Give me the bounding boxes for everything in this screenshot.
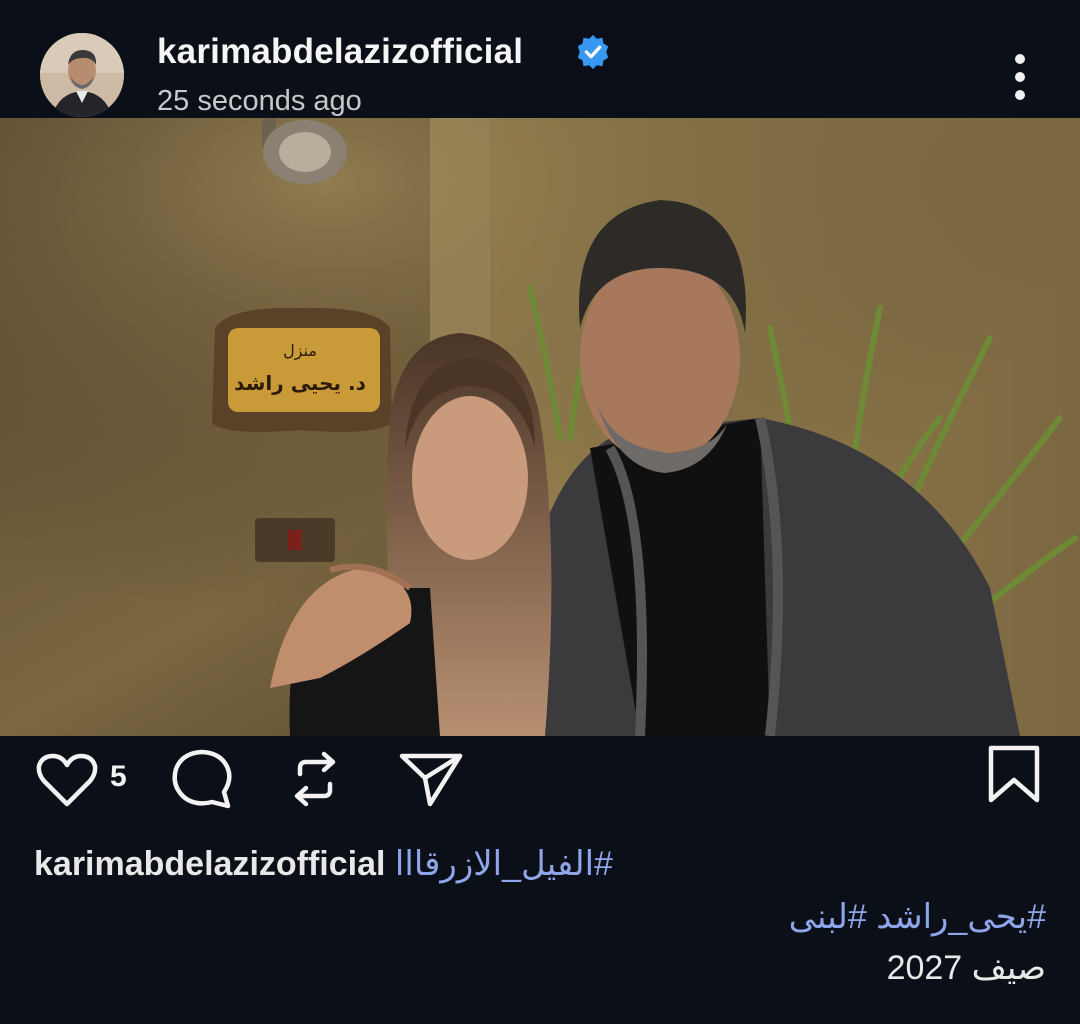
caption-hashtags[interactable]: #يحى_راشد #لبنى (789, 897, 1046, 937)
post-timestamp: 25 seconds ago (157, 85, 362, 117)
verified-badge-icon (577, 34, 609, 70)
more-options-button[interactable] (1000, 50, 1040, 104)
sign-label-main: د. يحيى راشد (234, 371, 366, 395)
caption-hashtag[interactable]: #الفيل_الازرقااا (395, 845, 613, 883)
comment-bubble-icon[interactable] (170, 748, 234, 810)
caption-text: صيف 2027 (886, 949, 1046, 987)
like-count[interactable]: 5 (110, 760, 127, 794)
post-photo[interactable]: منزل د. يحيى راشد (0, 118, 1080, 736)
avatar-image (40, 33, 124, 117)
heart-icon[interactable] (36, 752, 98, 808)
caption-first-line: karimabdelazizofficial #الفيل_الازرقااا (34, 844, 613, 884)
caption-username[interactable]: karimabdelazizofficial (34, 845, 385, 883)
more-dot-icon (1015, 54, 1025, 64)
bookmark-icon[interactable] (986, 744, 1042, 804)
avatar[interactable] (40, 33, 124, 117)
more-dot-icon (1015, 90, 1025, 100)
sign-label-top: منزل (283, 341, 317, 361)
post-actions-bar (0, 736, 1080, 826)
more-dot-icon (1015, 72, 1025, 82)
photo-scene: منزل د. يحيى راشد (0, 118, 1080, 736)
send-icon[interactable] (398, 750, 466, 808)
repost-icon[interactable] (288, 750, 342, 808)
post-header: karimabdelazizofficial 25 seconds ago (0, 0, 1080, 118)
post-username[interactable]: karimabdelazizofficial (157, 32, 523, 72)
